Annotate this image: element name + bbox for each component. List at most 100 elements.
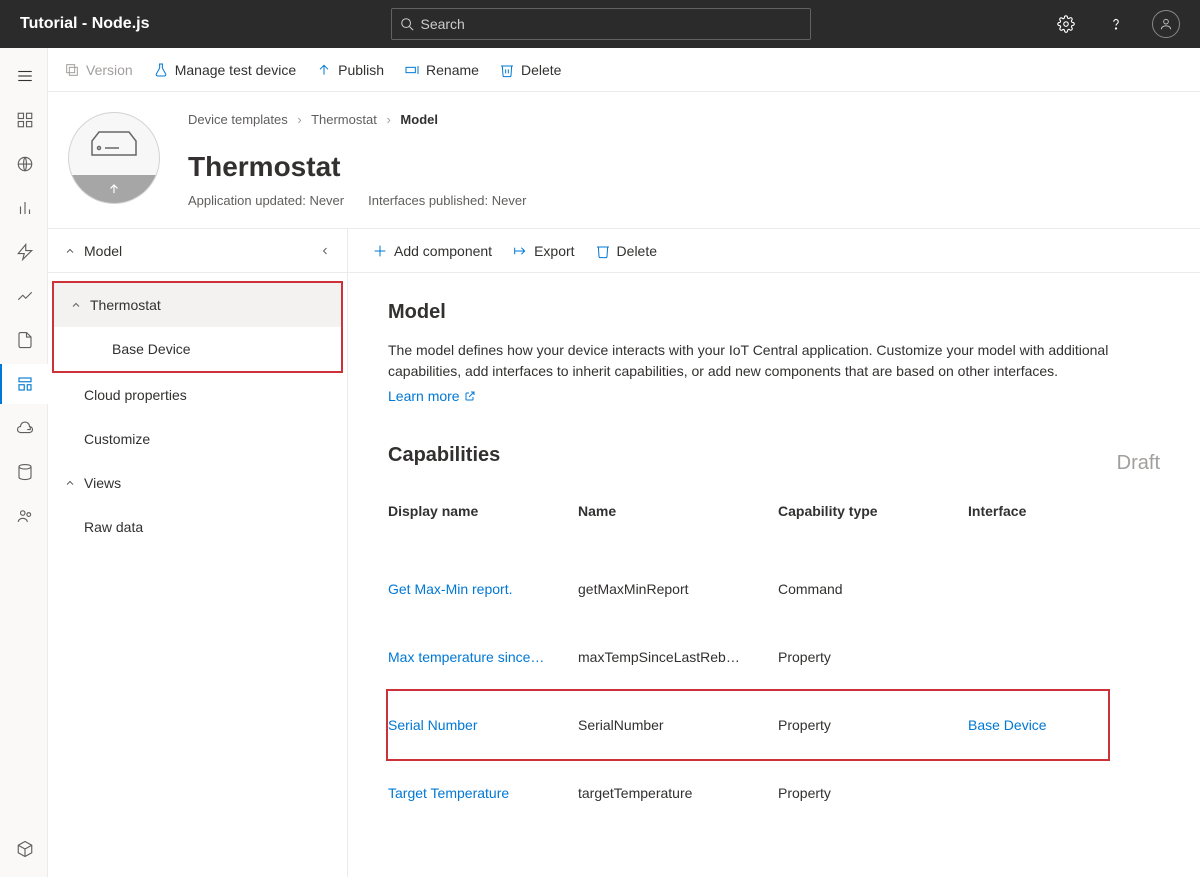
sidebar-item-device-groups[interactable] (0, 188, 48, 228)
delete-button[interactable]: Delete (499, 62, 561, 78)
gear-icon (1057, 15, 1075, 33)
hamburger-icon (16, 67, 34, 85)
tree-raw-data-label: Raw data (84, 519, 143, 535)
cloud-export-icon (16, 419, 34, 437)
account-button[interactable] (1150, 8, 1182, 40)
tree-thermostat-label: Thermostat (90, 297, 161, 313)
col-capability-type: Capability type (778, 503, 968, 519)
version-label: Version (86, 62, 133, 78)
tree-item-raw-data[interactable]: Raw data (48, 505, 347, 549)
cube-icon (16, 840, 34, 858)
publish-button[interactable]: Publish (316, 62, 384, 78)
trash-icon (499, 62, 515, 78)
bar-chart-icon (16, 199, 34, 217)
chevron-left-icon[interactable] (319, 245, 331, 257)
breadcrumb-templates[interactable]: Device templates (188, 112, 288, 127)
table-row[interactable]: Max temperature since… maxTempSinceLastR… (388, 623, 1108, 691)
sidebar-item-templates[interactable] (0, 364, 48, 404)
database-icon (16, 463, 34, 481)
sidebar-item-data-export[interactable] (0, 408, 48, 448)
rename-label: Rename (426, 62, 479, 78)
tree-base-device-label: Base Device (112, 341, 191, 357)
chevron-up-icon (70, 299, 82, 311)
external-link-icon (464, 390, 476, 402)
table-row-highlighted[interactable]: Serial Number SerialNumber Property Base… (388, 691, 1108, 759)
capability-display-link[interactable]: Get Max-Min report. (388, 581, 578, 597)
tree-item-cloud-properties[interactable]: Cloud properties (48, 373, 347, 417)
highlight-thermostat-group: Thermostat Base Device (52, 281, 343, 373)
tree-item-views[interactable]: Views (48, 461, 347, 505)
delete-model-label: Delete (617, 243, 657, 259)
delete-model-button[interactable]: Delete (595, 243, 657, 259)
export-button[interactable]: Export (512, 243, 574, 259)
add-component-button[interactable]: Add component (372, 243, 492, 259)
sidebar-item-users[interactable] (0, 496, 48, 536)
help-icon (1107, 15, 1125, 33)
page-header: Device templates › Thermostat › Model Th… (48, 92, 1200, 228)
settings-button[interactable] (1050, 8, 1082, 40)
capability-display-link[interactable]: Target Temperature (388, 785, 578, 801)
capability-interface[interactable] (968, 649, 1108, 665)
app-title: Tutorial - Node.js (8, 15, 161, 33)
lightning-icon (16, 243, 34, 261)
publish-label: Publish (338, 62, 384, 78)
sidebar-item-devices[interactable] (0, 144, 48, 184)
line-chart-icon (16, 287, 34, 305)
tree-cloud-properties-label: Cloud properties (84, 387, 187, 403)
search-placeholder: Search (420, 16, 464, 32)
plus-icon (372, 243, 388, 259)
help-button[interactable] (1100, 8, 1132, 40)
sidebar-item-jobs[interactable] (0, 320, 48, 360)
version-button[interactable]: Version (64, 62, 133, 78)
export-label: Export (534, 243, 574, 259)
capability-interface[interactable] (968, 581, 1108, 597)
delete-label: Delete (521, 62, 561, 78)
rename-button[interactable]: Rename (404, 62, 479, 78)
upload-icon (316, 62, 332, 78)
manage-test-device-button[interactable]: Manage test device (153, 62, 296, 78)
table-row[interactable]: Target Temperature targetTemperature Pro… (388, 759, 1108, 827)
hardware-icon (89, 129, 139, 159)
tree-customize-label: Customize (84, 431, 150, 447)
content-pane: Add component Export Delete Model (348, 229, 1200, 877)
sidebar-item-analytics[interactable] (0, 276, 48, 316)
trash-icon (595, 243, 611, 259)
hamburger-button[interactable] (0, 56, 48, 96)
sidebar-item-dashboard[interactable] (0, 100, 48, 140)
sidebar-item-administration[interactable] (0, 452, 48, 492)
globe-icon (16, 155, 34, 173)
add-component-label: Add component (394, 243, 492, 259)
device-icon (68, 112, 160, 204)
capability-display-link[interactable]: Serial Number (388, 717, 578, 733)
breadcrumb-current: Model (400, 112, 438, 127)
tree-pane: Model Thermostat Base Device (48, 229, 348, 877)
chevron-right-icon: › (297, 112, 301, 127)
template-icon (16, 375, 34, 393)
content-toolbar: Add component Export Delete (348, 229, 1200, 273)
users-icon (16, 507, 34, 525)
tree-header[interactable]: Model (48, 229, 347, 273)
app-updated-status: Application updated: Never (188, 193, 344, 208)
manage-label: Manage test device (175, 62, 296, 78)
col-display-name: Display name (388, 503, 578, 519)
chevron-up-icon (64, 245, 76, 257)
breadcrumb-thermostat[interactable]: Thermostat (311, 112, 377, 127)
tree-item-customize[interactable]: Customize (48, 417, 347, 461)
tree-item-base-device[interactable]: Base Device (54, 327, 341, 371)
capability-interface[interactable]: Base Device (968, 717, 1108, 733)
model-heading: Model (388, 301, 1160, 324)
person-icon (1159, 17, 1173, 31)
sidebar-item-rules[interactable] (0, 232, 48, 272)
sidebar-item-settings[interactable] (0, 829, 48, 869)
capability-interface[interactable] (968, 785, 1108, 801)
capability-type: Property (778, 785, 968, 801)
chevron-right-icon: › (386, 112, 390, 127)
search-input[interactable]: Search (391, 8, 811, 40)
capability-display-link[interactable]: Max temperature since… (388, 649, 578, 665)
tree-item-thermostat[interactable]: Thermostat (54, 283, 341, 327)
learn-more-label: Learn more (388, 388, 460, 404)
table-row[interactable]: Get Max-Min report. getMaxMinReport Comm… (388, 555, 1108, 623)
chevron-up-icon (64, 477, 76, 489)
document-icon (16, 331, 34, 349)
learn-more-link[interactable]: Learn more (388, 388, 476, 404)
